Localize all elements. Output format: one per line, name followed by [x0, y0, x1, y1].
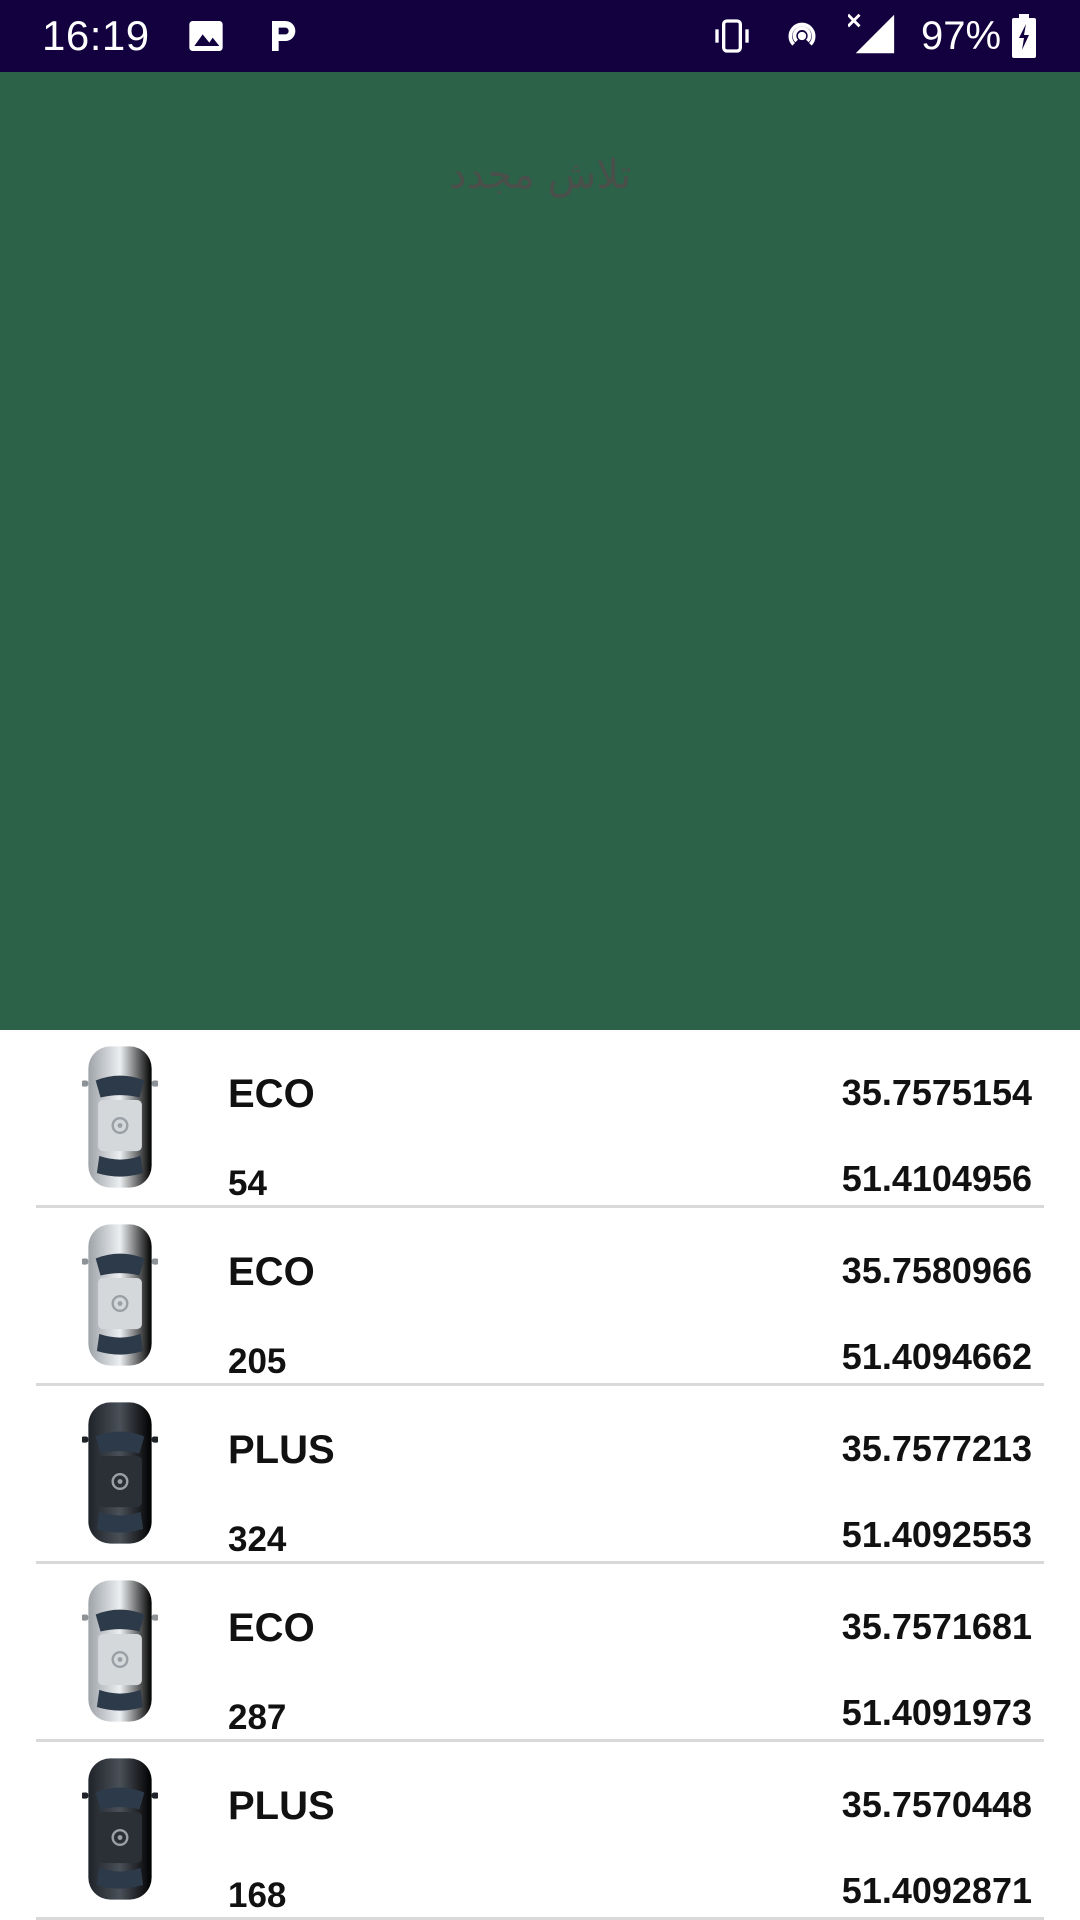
- car-icon: [82, 1046, 158, 1188]
- car-type: ECO: [228, 1072, 315, 1116]
- status-bar: 16:19 97%: [0, 0, 1080, 72]
- map-area[interactable]: تلاش مجدد: [0, 72, 1080, 1030]
- car-longitude: 51.4092553: [841, 1514, 1032, 1555]
- car-list-item[interactable]: ECO 287 35.7571681 51.4091973: [0, 1564, 1080, 1742]
- battery-icon: [1012, 14, 1036, 58]
- signal-icon: [848, 13, 895, 54]
- car-id: 205: [228, 1342, 287, 1381]
- car-icon: [82, 1402, 158, 1544]
- car-latitude: 35.7570448: [841, 1784, 1032, 1825]
- car-icon: [82, 1758, 158, 1900]
- status-time: 16:19: [42, 12, 150, 59]
- car-icon: [82, 1224, 158, 1366]
- car-longitude: 51.4104956: [841, 1158, 1032, 1199]
- car-id: 168: [228, 1876, 287, 1915]
- hotspot-icon: [788, 22, 816, 46]
- car-id: 287: [228, 1698, 287, 1737]
- car-list-item[interactable]: PLUS 168 35.7570448 51.4092871: [0, 1742, 1080, 1920]
- p-icon: [272, 21, 296, 51]
- car-id: 324: [228, 1520, 287, 1559]
- car-longitude: 51.4094662: [841, 1336, 1032, 1377]
- car-latitude: 35.7580966: [841, 1250, 1032, 1291]
- car-latitude: 35.7571681: [841, 1606, 1032, 1647]
- vibrate-icon: [715, 19, 749, 53]
- retry-button[interactable]: تلاش مجدد: [0, 152, 1080, 198]
- car-longitude: 51.4092871: [841, 1870, 1032, 1911]
- car-latitude: 35.7575154: [841, 1072, 1032, 1113]
- car-type: ECO: [228, 1250, 315, 1294]
- car-list-item[interactable]: PLUS 324 35.7577213 51.4092553: [0, 1386, 1080, 1564]
- gallery-icon: [189, 21, 223, 51]
- car-latitude: 35.7577213: [841, 1428, 1032, 1469]
- car-id: 54: [228, 1164, 267, 1203]
- car-type: PLUS: [228, 1784, 335, 1828]
- car-type: ECO: [228, 1606, 315, 1650]
- car-icon: [82, 1580, 158, 1722]
- battery-percent: 97%: [921, 14, 1002, 58]
- car-longitude: 51.4091973: [841, 1692, 1032, 1733]
- car-list-item[interactable]: ECO 205 35.7580966 51.4094662: [0, 1208, 1080, 1386]
- car-list[interactable]: ECO 54 35.7575154 51.4104956 ECO 205 35.…: [0, 1030, 1080, 1920]
- car-type: PLUS: [228, 1428, 335, 1472]
- car-list-item[interactable]: ECO 54 35.7575154 51.4104956: [0, 1030, 1080, 1208]
